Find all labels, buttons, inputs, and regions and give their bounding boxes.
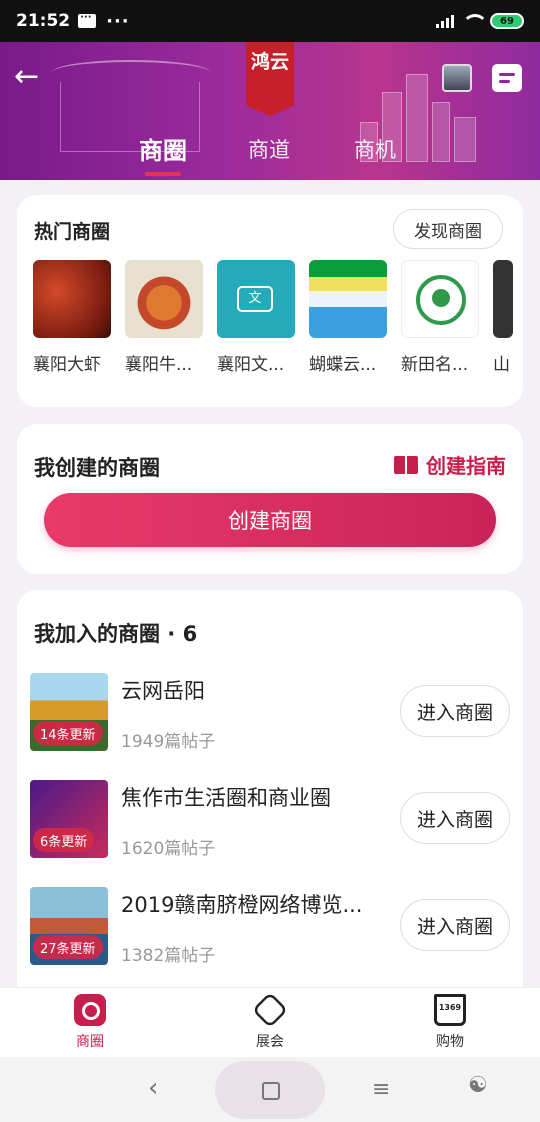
circle-home-icon [74, 994, 106, 1026]
discover-circles-button[interactable]: 发现商圈 [393, 209, 503, 249]
circle-name: 2019赣南脐橙网络博览... [121, 893, 363, 917]
culture-icon: 文 [237, 286, 273, 312]
signal-icon [436, 14, 454, 28]
post-count: 1382篇帖子 [121, 946, 216, 966]
update-badge: 14条更新 [33, 721, 103, 745]
hot-circle-item[interactable]: 文 襄阳文... [217, 260, 295, 375]
system-navigation-bar: ‹ ≡ ☯ [0, 1057, 540, 1122]
bottom-nav: 商圈 展会 1369 购物 [0, 987, 540, 1057]
joined-circle-row[interactable]: 6条更新 焦作市生活圈和商业圈 1620篇帖子 进入商圈 [30, 780, 510, 875]
culture-thumbnail: 文 [217, 260, 295, 338]
joined-circles-card: 我加入的商圈 · 6 14条更新 云网岳阳 1949篇帖子 进入商圈 6条更新 … [17, 590, 523, 1010]
user-photo-icon[interactable] [442, 64, 472, 92]
header-banner: ← 鸿云 商圈 商道 商机 [0, 42, 540, 180]
more-notifications-icon: ··· [106, 10, 130, 32]
system-back-icon[interactable]: ‹ [148, 1073, 158, 1103]
enter-circle-button[interactable]: 进入商圈 [399, 792, 510, 844]
tab-shangquan[interactable]: 商圈 [139, 131, 187, 176]
nav-label: 购物 [436, 1034, 464, 1050]
message-icon[interactable] [492, 64, 522, 92]
post-count: 1949篇帖子 [121, 732, 216, 752]
hot-circle-item[interactable]: 襄阳大虾 [33, 260, 111, 375]
create-guide-link[interactable]: 创建指南 [394, 450, 506, 479]
jiaozuo-thumbnail: 6条更新 [30, 780, 108, 858]
circle-name: 云网岳阳 [121, 679, 205, 703]
nav-label: 商圈 [76, 1034, 104, 1050]
tab-shangji[interactable]: 商机 [354, 134, 396, 164]
post-count: 1620篇帖子 [121, 839, 216, 859]
battery-icon: 69 [490, 13, 524, 29]
nav-shopping[interactable]: 1369 购物 [400, 994, 500, 1051]
create-guide-label: 创建指南 [426, 454, 506, 478]
app-logo: 鸿云 [246, 42, 294, 116]
hot-circle-label: 山 [493, 355, 510, 375]
hot-circle-item[interactable]: 蝴蝶云... [309, 260, 387, 375]
crayfish-thumbnail [33, 260, 111, 338]
enter-circle-button[interactable]: 进入商圈 [399, 899, 510, 951]
update-badge: 6条更新 [33, 828, 95, 852]
system-home-icon[interactable] [215, 1061, 325, 1119]
hot-circles-card: 热门商圈 发现商圈 襄阳大虾 襄阳牛... 文 襄阳文... 蝴蝶云... 新田… [17, 195, 523, 407]
created-circles-card: 我创建的商圈 创建指南 创建商圈 [17, 424, 523, 574]
status-time: 21:52 [16, 11, 71, 31]
hot-circle-label: 新田名... [401, 355, 469, 375]
joined-circle-row[interactable]: 27条更新 2019赣南脐橙网络博览... 1382篇帖子 进入商圈 [30, 887, 510, 982]
system-menu-icon[interactable]: ≡ [372, 1077, 390, 1102]
hot-circle-label: 蝴蝶云... [309, 355, 377, 375]
nav-shangquan[interactable]: 商圈 [40, 994, 140, 1051]
circle-name: 焦作市生活圈和商业圈 [121, 786, 331, 810]
cart-icon: 1369 [434, 994, 466, 1026]
hot-circle-label: 襄阳牛... [125, 355, 193, 375]
back-arrow-icon[interactable]: ← [14, 62, 48, 96]
nav-label: 展会 [256, 1034, 284, 1050]
yueyang-thumbnail: 14条更新 [30, 673, 108, 751]
hot-circle-item[interactable]: 新田名... [401, 260, 479, 375]
joined-circle-row[interactable]: 14条更新 云网岳阳 1949篇帖子 进入商圈 [30, 673, 510, 768]
update-badge: 27条更新 [33, 935, 103, 959]
expo-icon [251, 991, 289, 1029]
hot-circle-item[interactable]: 山 [493, 260, 513, 375]
partial-thumbnail [493, 260, 513, 338]
butterfly-cloud-thumbnail [309, 260, 387, 338]
wifi-icon [462, 14, 488, 28]
accessibility-icon[interactable]: ☯ [468, 1073, 488, 1098]
hot-circle-item[interactable]: 襄阳牛... [125, 260, 203, 375]
hot-circles-title: 热门商圈 [34, 221, 111, 243]
enter-circle-button[interactable]: 进入商圈 [399, 685, 510, 737]
book-icon [394, 455, 418, 474]
xintian-logo-thumbnail [401, 260, 479, 338]
gannan-thumbnail: 27条更新 [30, 887, 108, 965]
status-bar: 21:52 ··· 69 [0, 0, 540, 42]
header-tabs: 商圈 商道 商机 [0, 130, 540, 180]
hot-circle-label: 襄阳大虾 [33, 355, 101, 375]
created-circles-title: 我创建的商圈 [34, 456, 160, 480]
joined-circles-title: 我加入的商圈 · 6 [34, 622, 198, 646]
create-circle-button[interactable]: 创建商圈 [44, 493, 496, 547]
noodle-thumbnail [125, 260, 203, 338]
message-notification-icon [78, 12, 97, 28]
tab-shangdao[interactable]: 商道 [248, 134, 290, 164]
hot-circle-label: 襄阳文... [217, 355, 285, 375]
nav-expo[interactable]: 展会 [220, 991, 320, 1051]
